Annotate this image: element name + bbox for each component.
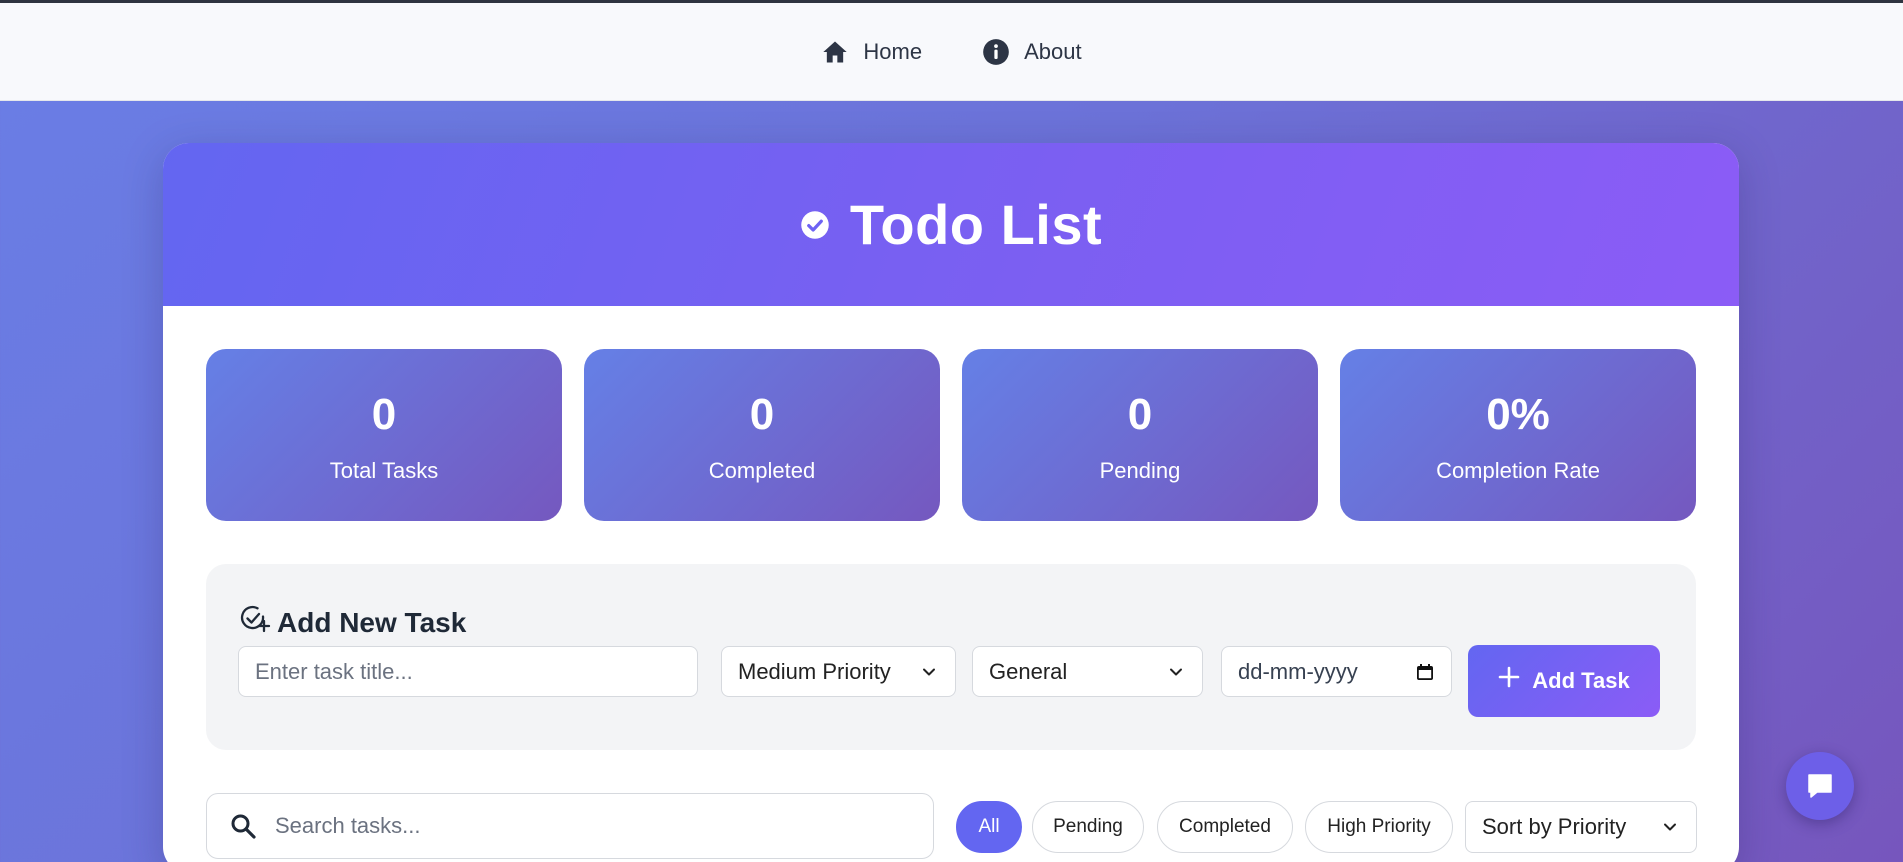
- chat-bubble-icon: [1808, 774, 1832, 798]
- home-icon: [823, 41, 848, 62]
- todo-card: Todo List 0 Total Tasks 0 Completed 0 Pe…: [163, 143, 1739, 862]
- card-header: Todo List: [163, 143, 1739, 306]
- stat-label: Pending: [1099, 458, 1181, 483]
- add-task-button-label: Add Task: [1532, 668, 1630, 693]
- add-task-heading: Add New Task: [239, 601, 466, 639]
- priority-select-value: Medium Priority: [738, 658, 891, 684]
- stat-value: 0: [749, 390, 775, 439]
- stat-value: 0: [371, 390, 397, 439]
- priority-select[interactable]: Medium Priority: [721, 646, 956, 697]
- stats-row: 0 Total Tasks 0 Completed 0 Pending 0% C…: [206, 349, 1696, 521]
- nav-about-label: About: [1024, 38, 1082, 64]
- calendar-icon[interactable]: [1415, 662, 1435, 682]
- check-circle-icon: [801, 210, 829, 239]
- stat-card-total: 0 Total Tasks: [206, 349, 562, 521]
- chevron-down-icon: [1170, 668, 1182, 675]
- filter-pending-button[interactable]: Pending: [1032, 801, 1144, 853]
- sort-select[interactable]: Sort by Priority: [1465, 801, 1697, 853]
- stat-label: Completion Rate: [1436, 458, 1600, 483]
- sort-select-value: Sort by Priority: [1482, 814, 1627, 839]
- add-task-button[interactable]: Add Task: [1468, 645, 1660, 717]
- due-date-input[interactable]: dd-mm-yyyy: [1221, 646, 1452, 697]
- page-title: Todo List: [849, 193, 1103, 256]
- filter-all-button[interactable]: All: [956, 801, 1022, 853]
- stat-card-pending: 0 Pending: [962, 349, 1318, 521]
- task-title-input[interactable]: [238, 646, 698, 697]
- nav-about-link[interactable]: About: [982, 38, 1082, 66]
- filter-high-priority-button[interactable]: High Priority: [1305, 801, 1453, 853]
- stat-label: Total Tasks: [329, 458, 439, 483]
- stat-label: Completed: [708, 458, 816, 483]
- chevron-down-icon: [1664, 823, 1676, 831]
- category-select[interactable]: General: [972, 646, 1203, 697]
- category-select-value: General: [989, 658, 1068, 684]
- due-date-placeholder: dd-mm-yyyy: [1238, 658, 1358, 684]
- info-icon: [983, 38, 1009, 65]
- add-task-panel: Add New Task Medium Priority General dd-…: [206, 564, 1696, 750]
- stat-card-completed: 0 Completed: [584, 349, 940, 521]
- search-input[interactable]: [275, 813, 915, 839]
- plus-icon: [1498, 666, 1520, 688]
- chevron-down-icon: [923, 668, 935, 675]
- stat-card-completion-rate: 0% Completion Rate: [1340, 349, 1696, 521]
- stat-value: 0: [1127, 390, 1153, 439]
- search-icon: [231, 814, 256, 839]
- chat-widget-button[interactable]: [1786, 752, 1854, 820]
- top-navbar: Home About: [0, 3, 1903, 101]
- check-circle-plus-icon: [240, 605, 271, 633]
- stat-value: 0%: [1486, 390, 1550, 439]
- filter-completed-button[interactable]: Completed: [1157, 801, 1293, 853]
- search-input-wrapper[interactable]: [206, 793, 934, 859]
- add-task-title: Add New Task: [277, 607, 467, 638]
- nav-home-link[interactable]: Home: [821, 38, 922, 66]
- nav-home-label: Home: [863, 38, 923, 64]
